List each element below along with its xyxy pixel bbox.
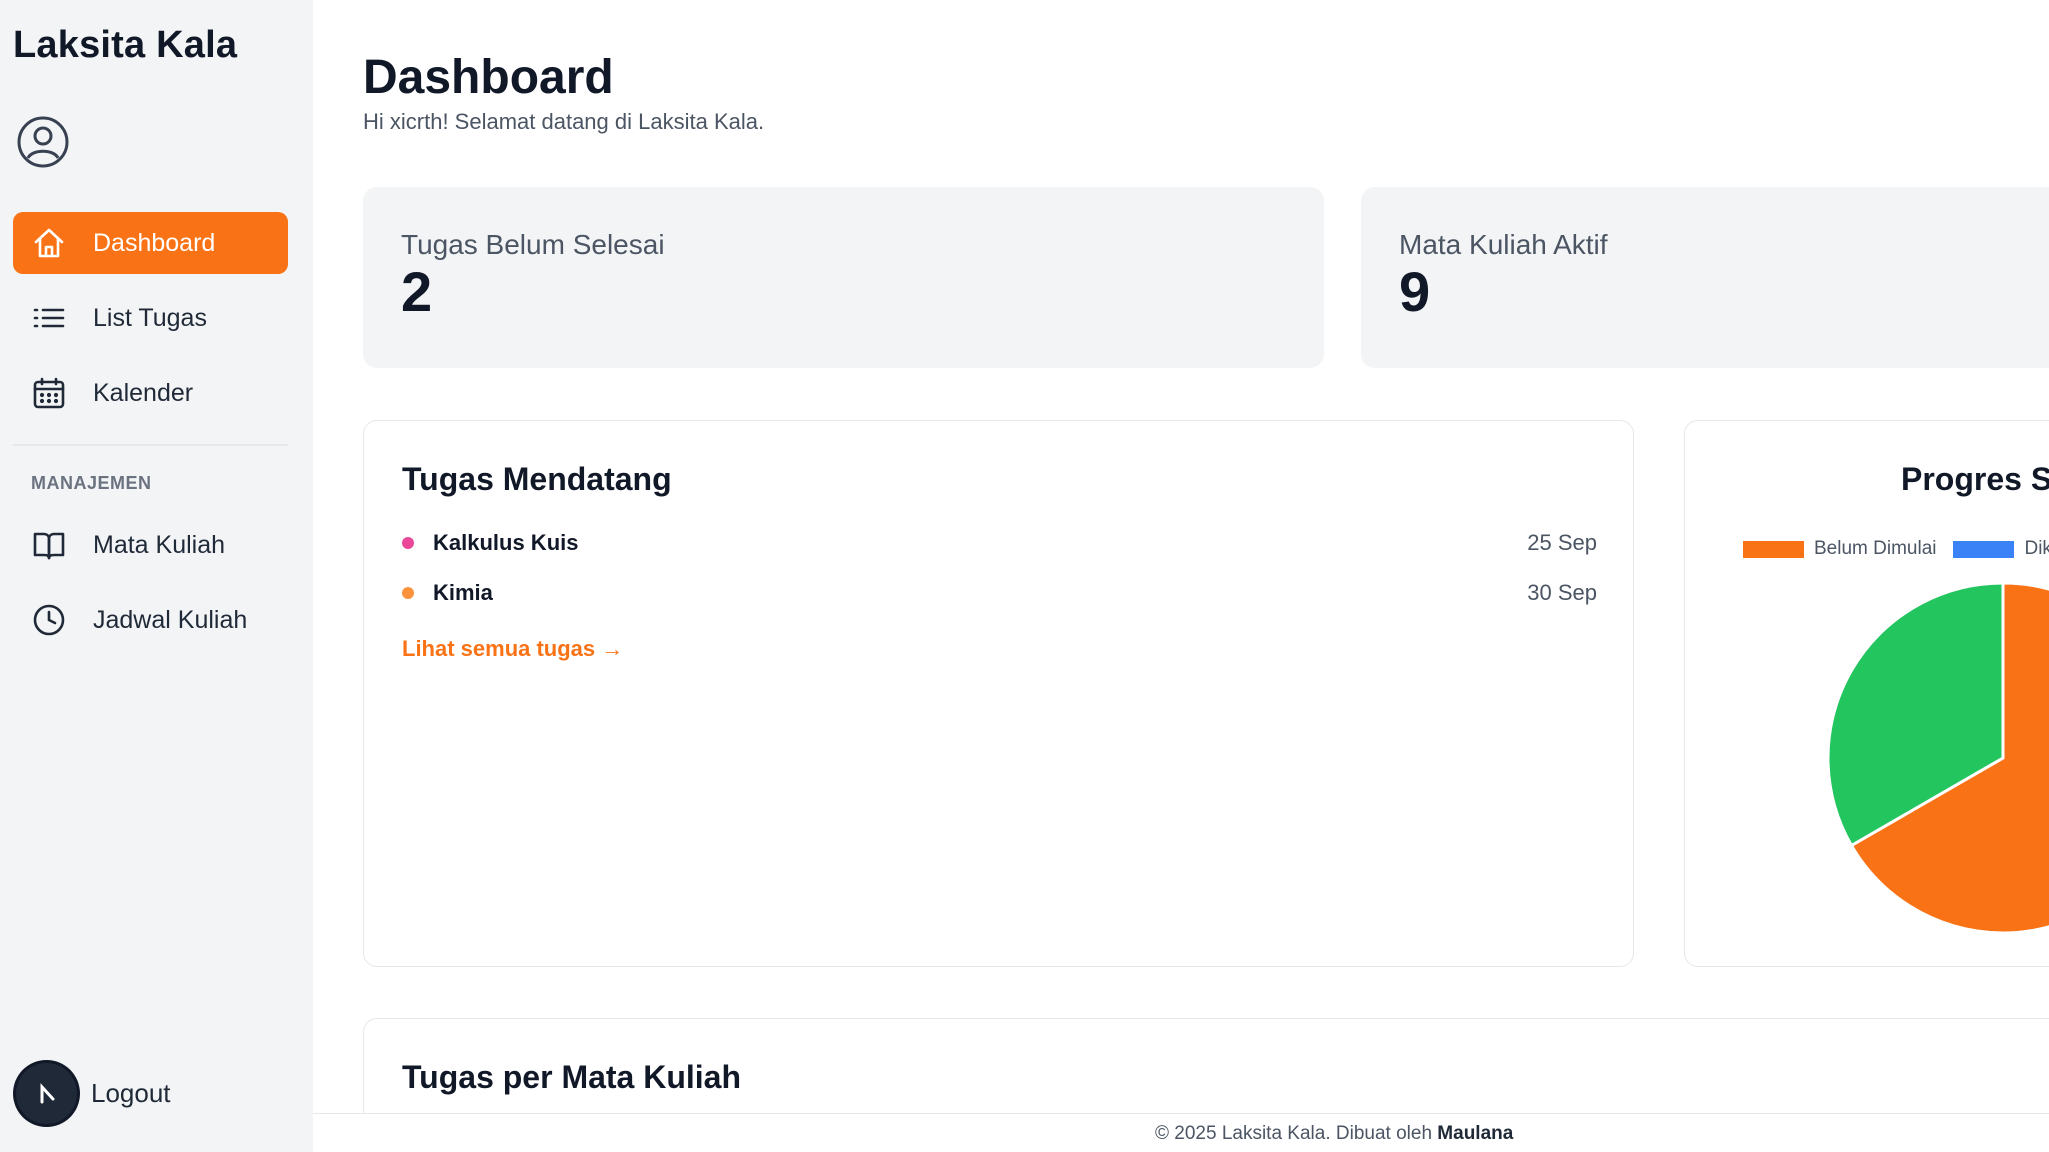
upcoming-tasks-panel: Tugas Mendatang Kalkulus Kuis 25 Sep Kim… xyxy=(363,420,1634,967)
stat-label: Mata Kuliah Aktif xyxy=(1399,229,1608,260)
task-status-dot xyxy=(402,587,414,599)
sidebar-divider xyxy=(13,444,288,446)
app-brand: Laksita Kala xyxy=(13,24,238,66)
progress-panel: Progres S Belum Dimulai Dik xyxy=(1684,420,2049,967)
sidebar-item-kalender[interactable]: Kalender xyxy=(13,362,288,424)
task-name: Kimia xyxy=(433,580,493,605)
stat-label: Tugas Belum Selesai xyxy=(401,229,665,260)
list-icon xyxy=(31,300,67,336)
list-item[interactable]: Kimia 30 Sep xyxy=(402,578,1597,608)
user-avatar-icon[interactable] xyxy=(16,115,70,169)
book-icon xyxy=(31,527,67,563)
page-title: Dashboard xyxy=(363,51,614,104)
stat-card-tugas-belum-selesai: Tugas Belum Selesai 2 xyxy=(363,187,1324,368)
task-name: Kalkulus Kuis xyxy=(433,530,579,555)
stat-card-mata-kuliah-aktif: Mata Kuliah Aktif 9 xyxy=(1361,187,2049,368)
panel-title: Tugas Mendatang xyxy=(402,461,672,497)
page-subtitle: Hi xicrth! Selamat datang di Laksita Kal… xyxy=(363,109,765,134)
footer-text: © 2025 Laksita Kala. Dibuat oleh Maulana xyxy=(1155,1123,1513,1145)
clock-icon xyxy=(31,602,67,638)
sidebar-item-jadwal-kuliah[interactable]: Jadwal Kuliah xyxy=(13,589,288,651)
calendar-icon xyxy=(31,375,67,411)
stat-value: 9 xyxy=(1399,260,1431,323)
sidebar-item-label: Dashboard xyxy=(93,228,216,257)
panel-title: Tugas per Mata Kuliah xyxy=(402,1059,742,1095)
home-icon xyxy=(31,225,67,261)
stat-value: 2 xyxy=(401,260,433,323)
sidebar: Laksita Kala Dashboard List Tugas Kalend… xyxy=(0,0,313,1152)
logout-icon xyxy=(16,1063,77,1124)
task-status-dot xyxy=(402,537,414,549)
sidebar-item-label: List Tugas xyxy=(93,303,207,332)
sidebar-item-dashboard[interactable]: Dashboard xyxy=(13,212,288,274)
sidebar-item-label: Mata Kuliah xyxy=(93,530,226,559)
task-date: 25 Sep xyxy=(1527,530,1597,555)
footer: © 2025 Laksita Kala. Dibuat oleh Maulana xyxy=(313,1113,2049,1152)
progress-pie-chart xyxy=(1826,581,2049,935)
footer-author: Maulana xyxy=(1437,1123,1514,1144)
sidebar-item-mata-kuliah[interactable]: Mata Kuliah xyxy=(13,514,288,576)
footer-copyright: © 2025 Laksita Kala. Dibuat oleh xyxy=(1155,1123,1438,1144)
task-date: 30 Sep xyxy=(1527,580,1597,605)
sidebar-item-list-tugas[interactable]: List Tugas xyxy=(13,287,288,349)
list-item[interactable]: Kalkulus Kuis 25 Sep xyxy=(402,528,1597,558)
sidebar-item-label: Jadwal Kuliah xyxy=(93,605,248,634)
logout-button[interactable]: Logout xyxy=(16,1063,171,1124)
logout-label: Logout xyxy=(91,1078,171,1108)
section-label-manajemen: MANAJEMEN xyxy=(31,473,152,493)
sidebar-item-label: Kalender xyxy=(93,378,194,407)
see-all-tasks-link[interactable]: Lihat semua tugas → xyxy=(402,636,623,662)
